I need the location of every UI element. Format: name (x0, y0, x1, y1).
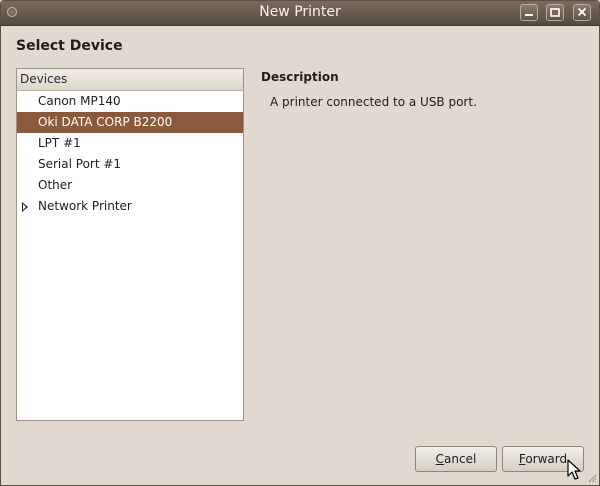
title-bar[interactable]: New Printer (1, 1, 599, 26)
close-icon (577, 7, 587, 17)
device-item-label: Other (38, 178, 73, 192)
device-item-serial-port-1[interactable]: Serial Port #1 (17, 154, 243, 175)
device-item-other[interactable]: Other (17, 175, 243, 196)
close-button[interactable] (573, 4, 591, 21)
devices-column-header[interactable]: Devices (17, 69, 243, 91)
device-item-label: Network Printer (38, 199, 132, 213)
device-item-label: LPT #1 (38, 136, 81, 150)
new-printer-window: New Printer Select Device Devices Canon … (0, 0, 600, 486)
device-item-label: Canon MP140 (38, 94, 121, 108)
forward-label-rest: orward (525, 452, 568, 466)
mouse-pointer-icon (567, 459, 581, 480)
device-item-label: Serial Port #1 (38, 157, 122, 171)
minimize-button[interactable] (520, 4, 538, 21)
description-title: Description (261, 70, 339, 84)
triangle-right-icon[interactable] (22, 202, 28, 212)
device-item-oki-data-corp-b2200[interactable]: Oki DATA CORP B2200 (17, 112, 243, 133)
page-heading: Select Device (16, 38, 123, 54)
device-item-lpt-1[interactable]: LPT #1 (17, 133, 243, 154)
device-item-canon-mp140[interactable]: Canon MP140 (17, 91, 243, 112)
device-item-label: Oki DATA CORP B2200 (38, 115, 173, 129)
minimize-icon (525, 14, 533, 16)
device-list[interactable]: Devices Canon MP140 Oki DATA CORP B2200 … (16, 68, 244, 421)
maximize-button[interactable] (546, 4, 564, 21)
cancel-label-rest: ancel (444, 452, 477, 466)
device-item-network-printer[interactable]: Network Printer (17, 196, 243, 217)
cancel-button[interactable]: Cancel (415, 446, 497, 472)
maximize-icon (550, 8, 560, 17)
description-text: A printer connected to a USB port. (270, 95, 477, 109)
cancel-mnemonic: C (435, 452, 445, 466)
window-title: New Printer (259, 4, 341, 20)
resize-grip-icon[interactable] (587, 473, 597, 483)
